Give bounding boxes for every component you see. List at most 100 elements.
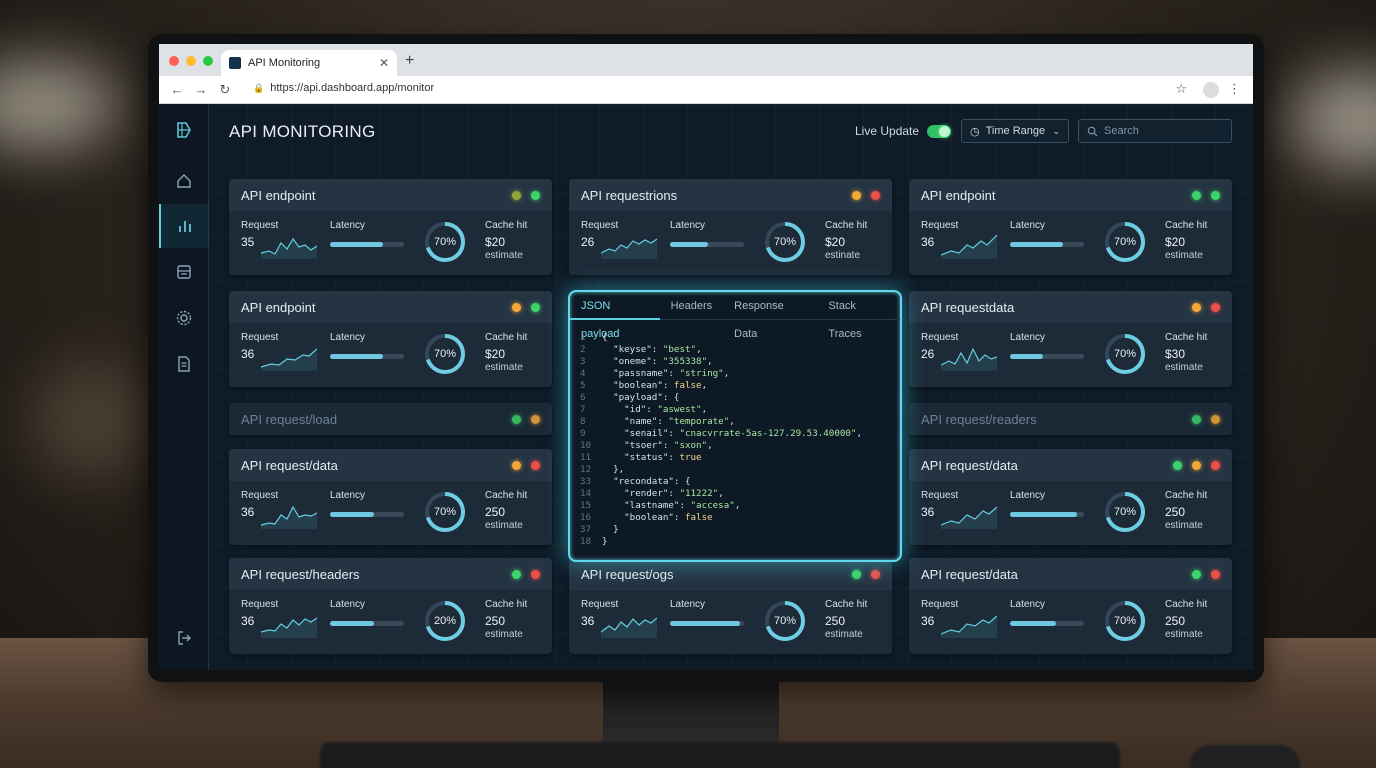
- request-sparkline: [941, 234, 997, 259]
- url-field[interactable]: 🔒 https://api.dashboard.app/monitor: [253, 82, 434, 94]
- request-sparkline: [261, 505, 317, 529]
- live-update-label: Live Update: [855, 124, 920, 138]
- endpoint-card[interactable]: API endpoint Request 36 Latency 70% Cach…: [229, 291, 552, 387]
- cache-hit-subtitle: estimate: [485, 250, 523, 261]
- status-led: [512, 190, 521, 200]
- endpoint-card[interactable]: API request/data Request 36 Latency 70% …: [909, 449, 1232, 545]
- sidebar-item-analytics[interactable]: [159, 204, 209, 248]
- ring-percent: 70%: [433, 236, 457, 248]
- card-body: Request 36 Latency 70% Cache hit 250 est…: [229, 481, 552, 545]
- endpoint-card[interactable]: API requestdata Request 26 Latency 70% C…: [909, 291, 1232, 387]
- endpoint-card[interactable]: API request/data Request 36 Latency 70% …: [909, 558, 1232, 654]
- latency-bar: [1010, 354, 1084, 359]
- code-line: 16 "boolean": false: [580, 512, 713, 523]
- endpoint-card[interactable]: API request/ogs Request 36 Latency 70% C…: [569, 558, 892, 654]
- code-line: 6 "payload": {: [580, 392, 680, 403]
- latency-bar-fill: [670, 621, 741, 626]
- code-line: 15 "lastname": "accesa",: [580, 500, 741, 511]
- code-tab[interactable]: Stack Traces: [817, 292, 900, 340]
- card-title: API request/data: [241, 457, 338, 473]
- cache-hit-subtitle: estimate: [1165, 362, 1203, 373]
- browser-menu-icon[interactable]: ⋮: [1228, 81, 1241, 97]
- line-number: 33: [580, 476, 592, 487]
- request-label: Request: [921, 220, 959, 231]
- code-tab[interactable]: Headers: [660, 292, 724, 320]
- maximize-window-button[interactable]: [203, 56, 213, 66]
- card-header: API request/readers: [909, 403, 1232, 435]
- line-number: 11: [580, 452, 592, 463]
- card-header: API endpoint: [909, 179, 1232, 211]
- line-number: 6: [580, 392, 586, 403]
- sidebar-item-logout[interactable]: [159, 616, 209, 660]
- line-number: 12: [580, 464, 592, 475]
- status-led: [852, 569, 861, 579]
- latency-bar: [330, 621, 404, 626]
- new-tab-button[interactable]: +: [405, 52, 414, 70]
- ring-percent: 70%: [1113, 236, 1137, 248]
- cache-hit-label: Cache hit: [485, 332, 528, 343]
- line-number: 15: [580, 500, 592, 511]
- code-panel-tabs: JSON payload Headers Response Data Stack Tr…: [570, 292, 900, 340]
- latency-bar: [330, 354, 404, 359]
- status-led: [1211, 190, 1220, 200]
- endpoint-card-collapsed[interactable]: API request/load: [229, 403, 552, 435]
- back-icon[interactable]: ←: [165, 82, 189, 97]
- sidebar-item-settings[interactable]: [159, 296, 209, 340]
- bookmark-star-icon[interactable]: ☆: [1175, 81, 1187, 97]
- code-line: 9 "senail": "cnacvrrate-5as-127.29.53.40…: [580, 428, 863, 439]
- lock-icon: 🔒: [253, 82, 265, 93]
- profile-avatar[interactable]: [1203, 82, 1219, 98]
- latency-label: Latency: [330, 490, 366, 501]
- browser-tab[interactable]: API Monitoring ✕: [221, 50, 397, 76]
- endpoint-card[interactable]: API request/headers Request 36 Latency 2…: [229, 558, 552, 654]
- time-range-dropdown[interactable]: ◷ Time Range ⌄: [961, 119, 1069, 143]
- logo-icon: [174, 120, 194, 140]
- search-input[interactable]: [1104, 125, 1214, 137]
- card-title: API endpoint: [921, 187, 996, 203]
- request-value: 35: [241, 235, 255, 249]
- live-update-toggle[interactable]: [927, 124, 952, 138]
- cache-hit-label: Cache hit: [485, 490, 528, 501]
- status-leds: [512, 190, 540, 200]
- logout-icon: [178, 631, 191, 645]
- line-number: 14: [580, 488, 592, 499]
- close-window-button[interactable]: [169, 56, 179, 66]
- line-number: 3: [580, 356, 586, 367]
- sidebar-item-documents[interactable]: [159, 342, 209, 386]
- card-header: API endpoint: [229, 291, 552, 323]
- endpoint-card[interactable]: API endpoint Request 36 Latency 70% Cach…: [909, 179, 1232, 275]
- code-tab[interactable]: JSON payload: [570, 292, 660, 340]
- sidebar-item-servers[interactable]: [159, 250, 209, 294]
- latency-label: Latency: [1010, 599, 1046, 610]
- code-tab[interactable]: Response Data: [723, 292, 817, 340]
- card-body: Request 26 Latency 70% Cache hit $30 est…: [909, 323, 1232, 387]
- cache-hit-value: 250: [1165, 505, 1186, 519]
- sidebar-item-home[interactable]: [159, 159, 209, 203]
- server-icon: [177, 265, 191, 279]
- status-led: [852, 190, 861, 200]
- cache-hit-label: Cache hit: [1165, 490, 1208, 501]
- close-tab-icon[interactable]: ✕: [379, 56, 389, 70]
- request-sparkline: [941, 615, 997, 638]
- card-body: Request 35 Latency 70% Cache hit $20 est…: [229, 211, 552, 275]
- card-title: API request/data: [921, 566, 1018, 582]
- ring-percent: 70%: [773, 615, 797, 627]
- request-value: 36: [921, 505, 935, 519]
- minimize-window-button[interactable]: [186, 56, 196, 66]
- reload-icon[interactable]: ↻: [213, 82, 237, 98]
- cache-hit-label: Cache hit: [485, 220, 528, 231]
- endpoint-card[interactable]: API request/data Request 36 Latency 70% …: [229, 449, 552, 545]
- status-led: [531, 569, 540, 579]
- status-led: [512, 460, 521, 470]
- request-label: Request: [921, 332, 959, 343]
- cache-hit-value: 250: [825, 614, 846, 628]
- status-led: [1192, 414, 1201, 424]
- tab-title: API Monitoring: [248, 57, 321, 69]
- forward-icon[interactable]: →: [189, 82, 213, 97]
- endpoint-card[interactable]: API requestrions Request 26 Latency 70% …: [569, 179, 892, 275]
- window-controls: [169, 56, 213, 66]
- endpoint-card-collapsed[interactable]: API request/readers: [909, 403, 1232, 435]
- latency-bar-fill: [670, 242, 709, 247]
- endpoint-card[interactable]: API endpoint Request 35 Latency 70% Cach…: [229, 179, 552, 275]
- code-line: 5 "boolean": false,: [580, 380, 708, 391]
